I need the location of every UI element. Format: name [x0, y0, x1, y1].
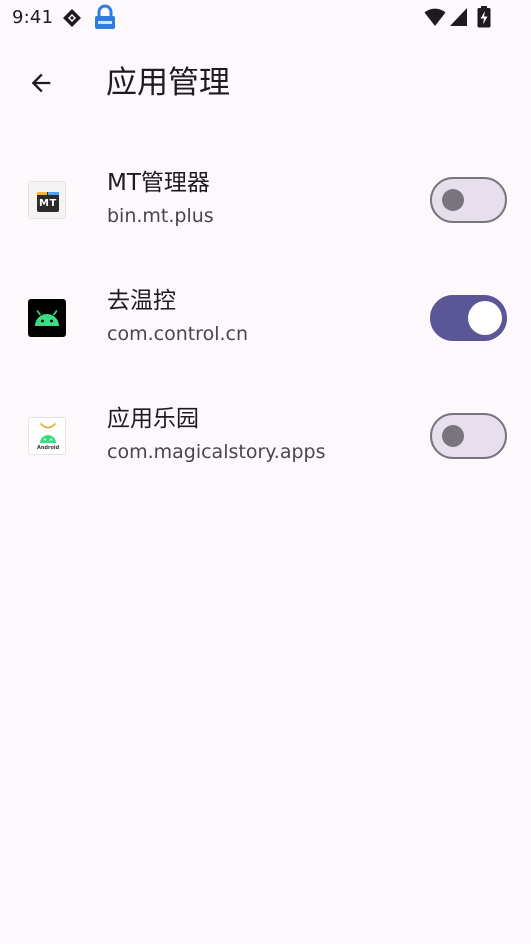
status-bar: 9:41 [0, 0, 531, 36]
app-toggle-switch[interactable] [430, 295, 507, 341]
status-time: 9:41 [12, 7, 54, 28]
list-item[interactable]: 去温控 com.control.cn [0, 260, 531, 378]
page-title: 应用管理 [106, 65, 230, 101]
app-paradise-icon: Android [28, 417, 66, 455]
toggle-knob [442, 425, 464, 447]
app-package: bin.mt.plus [107, 205, 214, 227]
app-name: 应用乐园 [107, 406, 199, 432]
app-paradise-icon-label: Android [37, 445, 60, 451]
list-item[interactable]: MT MT管理器 bin.mt.plus [0, 142, 531, 260]
top-app-bar: 应用管理 [0, 48, 531, 118]
toggle-knob [442, 189, 464, 211]
cell-signal-icon [450, 8, 467, 26]
app-package: com.control.cn [107, 323, 249, 345]
app-toggle-switch[interactable] [430, 177, 507, 223]
wifi-icon [424, 8, 446, 26]
toggle-knob [468, 301, 502, 335]
mt-icon-label: MT [39, 198, 57, 209]
app-list: MT MT管理器 bin.mt.plus 去温控 com.control.cn [0, 142, 531, 496]
back-button[interactable] [18, 60, 64, 106]
app-package: com.magicalstory.apps [107, 441, 326, 463]
app-toggle-switch[interactable] [430, 413, 507, 459]
diamond-signal-icon [63, 9, 81, 27]
list-item[interactable]: Android 应用乐园 com.magicalstory.apps [0, 378, 531, 496]
vpn-lock-icon [95, 4, 115, 29]
android-robot-icon [28, 299, 66, 337]
battery-charging-icon [477, 6, 491, 28]
app-name: MT管理器 [107, 170, 210, 196]
arrow-back-icon [31, 73, 51, 93]
app-name: 去温控 [107, 288, 176, 314]
mt-manager-icon: MT [28, 181, 66, 219]
